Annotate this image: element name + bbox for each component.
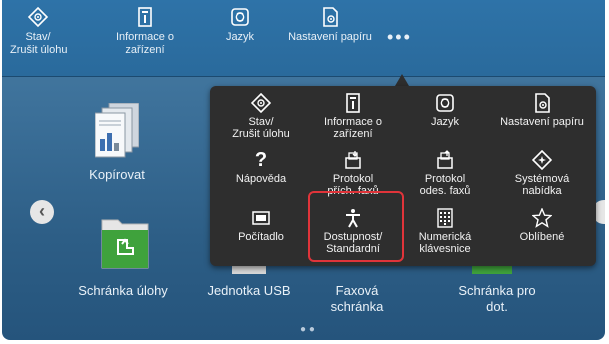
fax-box-tile-label: Faxová schránka: [330, 283, 384, 314]
menu-language-label: Jazyk: [430, 116, 460, 128]
paper-settings-icon: [319, 6, 341, 28]
menu-favorites-label: Oblíbené: [519, 231, 565, 243]
device-info-icon: [134, 6, 156, 28]
top-paper-settings-button[interactable]: Nastavení papíru: [280, 6, 380, 44]
menu-help-label: Nápověda: [235, 173, 287, 185]
menu-fax-tx-log[interactable]: Protokol odes. faxů: [398, 150, 492, 197]
menu-system-menu-label: Systémová nabídka: [514, 173, 570, 197]
copy-icon[interactable]: [94, 102, 140, 164]
polling-box-icon[interactable]: [472, 266, 512, 274]
help-icon: ?: [254, 149, 268, 171]
top-device-info-label: Informace o zařízení: [115, 31, 175, 56]
top-status-cancel-label: Stav/ Zrušit úlohu: [10, 31, 68, 56]
favorites-icon: [531, 207, 553, 228]
status-cancel-icon: [250, 92, 272, 114]
more-button[interactable]: •••: [387, 28, 412, 46]
menu-device-info[interactable]: Informace o zařízení: [306, 93, 400, 140]
menu-numeric-keypad-label: Numerická klávesnice: [418, 231, 472, 255]
top-status-cancel-button[interactable]: Stav/ Zrušit úlohu: [10, 6, 68, 57]
job-box-icon[interactable]: [98, 214, 152, 275]
top-language-button[interactable]: Jazyk: [212, 6, 268, 44]
fax-rx-log-icon: [343, 150, 363, 170]
page-indicator: ● ●: [300, 324, 315, 335]
copy-tile-label: Kopírovat: [89, 167, 145, 182]
top-paper-settings-label: Nastavení papíru: [288, 31, 372, 43]
menu-system-menu[interactable]: Systémová nabídka: [490, 149, 594, 197]
menu-fax-rx-log[interactable]: Protokol přích. faxů: [306, 150, 400, 197]
menu-status-cancel-label: Stav/ Zrušit úlohu: [232, 116, 290, 140]
menu-help[interactable]: ? Nápověda: [214, 150, 308, 185]
language-icon: [435, 93, 455, 113]
menu-fax-tx-log-label: Protokol odes. faxů: [419, 173, 471, 197]
top-device-info-button[interactable]: Informace o zařízení: [106, 6, 184, 57]
menu-device-info-label: Informace o zařízení: [323, 116, 383, 140]
menu-paper-settings-label: Nastavení papíru: [500, 116, 584, 128]
menu-favorites[interactable]: Oblíbené: [490, 207, 594, 243]
previous-page-button[interactable]: ‹: [30, 200, 54, 224]
menu-paper-settings[interactable]: Nastavení papíru: [490, 93, 594, 128]
polling-box-tile-label: Schránka pro dot.: [458, 283, 536, 314]
accessibility-highlight-frame: [308, 191, 404, 262]
device-info-icon: [343, 93, 363, 113]
menu-counter-label: Počítadlo: [238, 231, 284, 243]
usb-drive-icon[interactable]: [232, 266, 266, 274]
popup-pointer: [395, 74, 409, 86]
menu-language[interactable]: Jazyk: [398, 93, 492, 128]
top-bar: Stav/ Zrušit úlohu Informace o zařízení …: [2, 0, 605, 77]
system-menu-icon: [531, 149, 553, 171]
menu-numeric-keypad[interactable]: Numerická klávesnice: [398, 208, 492, 255]
menu-status-cancel[interactable]: Stav/ Zrušit úlohu: [214, 92, 308, 140]
numeric-keypad-icon: [435, 208, 455, 228]
fax-tx-log-icon: [435, 150, 455, 170]
usb-tile-label: Jednotka USB: [207, 283, 291, 298]
language-icon: [229, 6, 251, 28]
top-language-label: Jazyk: [225, 31, 255, 43]
job-box-tile-label: Schránka úlohy: [78, 283, 168, 298]
device-home-screen: Stav/ Zrušit úlohu Informace o zařízení …: [2, 0, 605, 340]
menu-counter[interactable]: Počítadlo: [214, 208, 308, 243]
status-cancel-icon: [27, 6, 49, 28]
paper-settings-icon: [532, 93, 552, 113]
counter-icon: [251, 208, 271, 228]
